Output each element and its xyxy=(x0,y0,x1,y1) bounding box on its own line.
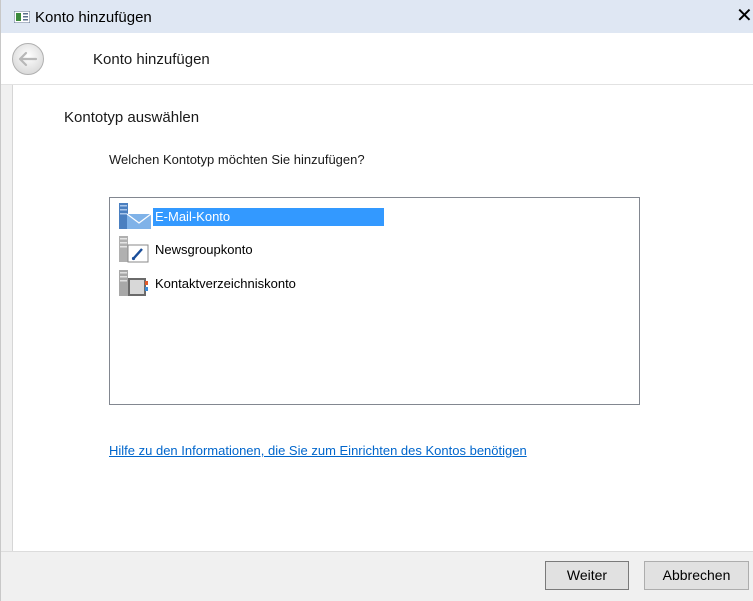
question-label: Welchen Kontotyp möchten Sie hinzufügen? xyxy=(109,152,365,167)
help-link[interactable]: Hilfe zu den Informationen, die Sie zum … xyxy=(109,443,527,458)
list-item-label: Kontaktverzeichniskonto xyxy=(155,276,296,291)
section-title: Kontotyp auswählen xyxy=(64,109,200,126)
list-item-label: E-Mail-Konto xyxy=(153,208,384,226)
title-bar[interactable]: Konto hinzufügen ✕ xyxy=(1,0,753,33)
cancel-button[interactable]: Abbrechen xyxy=(644,561,749,590)
app-icon xyxy=(14,11,30,23)
wizard-footer: Weiter Abbrechen xyxy=(1,551,753,601)
newsgroup-account-icon xyxy=(119,236,149,263)
list-item-email-account[interactable]: E-Mail-Konto xyxy=(116,201,636,231)
directory-account-icon xyxy=(119,270,148,296)
list-item-newsgroup-account[interactable]: Newsgroupkonto xyxy=(116,234,636,264)
wizard-title: Konto hinzufügen xyxy=(93,51,210,68)
email-account-icon xyxy=(119,203,152,229)
wizard-content: Kontotyp auswählen Welchen Kontotyp möch… xyxy=(12,85,753,551)
back-button[interactable] xyxy=(11,42,45,76)
list-item-directory-account[interactable]: Kontaktverzeichniskonto xyxy=(116,268,636,298)
wizard-header: Konto hinzufügen xyxy=(1,33,753,85)
account-type-listbox[interactable]: E-Mail-Konto Newsgroupkonto Kontaktverze… xyxy=(109,197,640,405)
add-account-dialog: Konto hinzufügen ✕ Konto hinzufügen Kont… xyxy=(0,0,753,601)
close-button[interactable]: ✕ xyxy=(736,5,753,27)
next-button[interactable]: Weiter xyxy=(545,561,629,590)
list-item-label: Newsgroupkonto xyxy=(155,242,253,257)
window-title: Konto hinzufügen xyxy=(35,9,152,26)
